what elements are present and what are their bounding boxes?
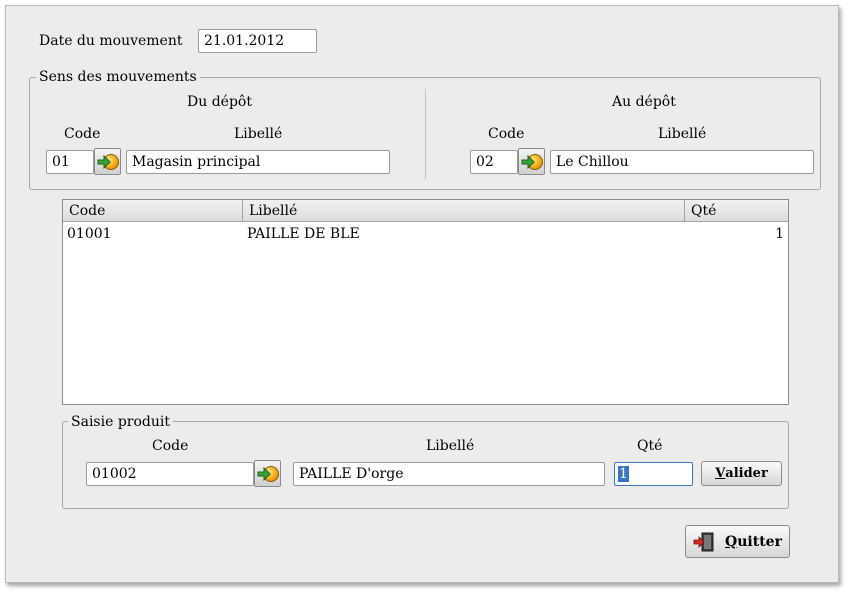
quitter-mnemonic: Q <box>725 533 738 550</box>
valider-mnemonic: V <box>715 466 726 481</box>
lookup-go-icon <box>257 463 279 485</box>
saisie-lookup-button[interactable] <box>254 460 281 487</box>
saisie-qte-field[interactable]: 1 <box>614 462 693 486</box>
quitter-button[interactable]: Quitter <box>685 525 790 558</box>
to-depot-title: Au dépôt <box>612 94 676 110</box>
from-code-label: Code <box>64 126 101 142</box>
cell-qte: 1 <box>775 226 784 242</box>
lookup-go-icon <box>521 151 543 173</box>
lookup-go-icon <box>97 151 119 173</box>
sens-mouvements-title: Sens des mouvements <box>36 69 200 85</box>
to-libelle-label: Libellé <box>658 126 707 142</box>
valider-label: alider <box>725 466 768 481</box>
group-divider <box>425 89 426 179</box>
column-header-libelle[interactable]: Libellé <box>243 200 685 222</box>
from-libelle-label: Libellé <box>234 126 283 142</box>
saisie-libelle-label: Libellé <box>426 438 475 454</box>
movement-table[interactable]: Code Libellé Qté 01001 PAILLE DE BLE 1 <box>62 199 789 405</box>
saisie-code-label: Code <box>152 438 189 454</box>
column-header-code[interactable]: Code <box>63 200 243 222</box>
from-lookup-button[interactable] <box>94 148 121 175</box>
saisie-qte-label: Qté <box>637 438 663 454</box>
to-code-label: Code <box>488 126 525 142</box>
from-depot-title: Du dépôt <box>187 94 252 110</box>
column-header-qte[interactable]: Qté <box>685 200 788 222</box>
to-code-field[interactable]: 02 <box>470 150 518 174</box>
saisie-libelle-field[interactable]: PAILLE D'orge <box>293 462 605 486</box>
cell-libelle: PAILLE DE BLE <box>247 226 360 242</box>
exit-door-icon <box>693 532 714 551</box>
date-label: Date du mouvement <box>39 33 183 49</box>
quitter-label: uitter <box>737 533 782 550</box>
cell-code: 01001 <box>67 226 112 242</box>
valider-button[interactable]: Valider <box>701 461 782 486</box>
saisie-produit-title: Saisie produit <box>68 414 173 430</box>
date-field[interactable]: 21.01.2012 <box>198 29 317 53</box>
to-lookup-button[interactable] <box>518 148 545 175</box>
to-libelle-field[interactable]: Le Chillou <box>550 150 814 174</box>
qte-selected-text: 1 <box>618 466 629 482</box>
saisie-code-field[interactable]: 01002 <box>86 462 254 486</box>
from-code-field[interactable]: 01 <box>46 150 94 174</box>
dialog-window: Date du mouvement 21.01.2012 Sens des mo… <box>5 5 839 583</box>
from-libelle-field[interactable]: Magasin principal <box>126 150 390 174</box>
